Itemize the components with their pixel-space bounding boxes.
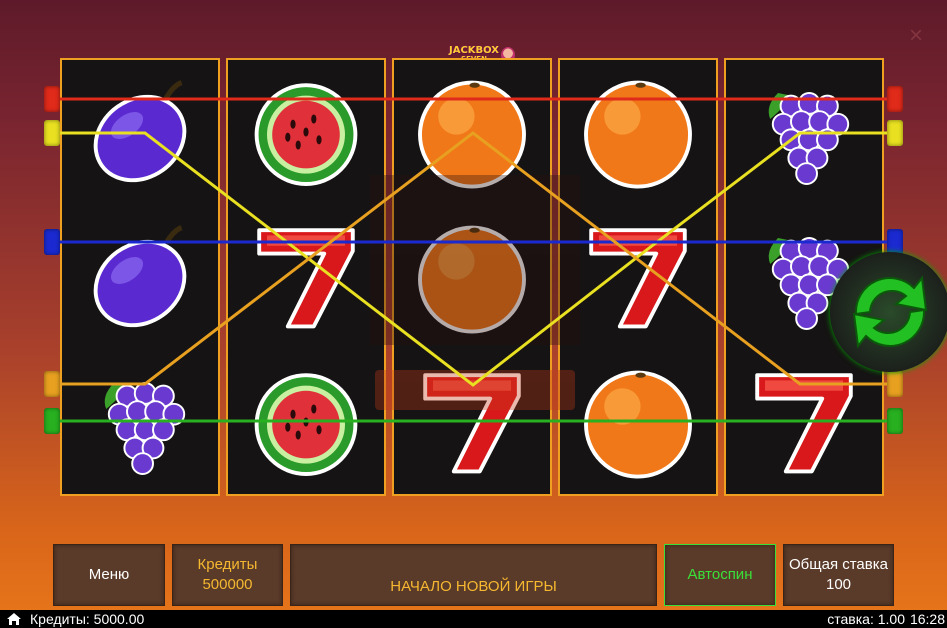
new-game-label: НАЧАЛО НОВОЙ ИГРЫ [390,578,557,595]
payline-marker-1-right [887,86,903,112]
payline-marker-4-right [887,371,903,397]
menu-button[interactable]: Меню [53,544,165,606]
orange-icon [560,60,716,204]
payline-marker-5-right [887,408,903,434]
payline-marker-4-left [44,371,60,397]
orange-icon [560,350,716,494]
seven-icon [228,205,384,349]
new-game-button[interactable]: НАЧАЛО НОВОЙ ИГРЫ [290,544,657,606]
reel-4 [558,58,718,496]
payline-marker-2-right [887,120,903,146]
payline-marker-1-left [44,86,60,112]
reel-2 [226,58,386,496]
refresh-icon [852,275,928,349]
status-credits: Кредиты: 5000.00 [30,611,145,627]
status-time: 16:28 [909,611,945,627]
plum-icon [62,60,218,204]
home-icon[interactable] [6,612,22,626]
menu-label: Меню [88,566,130,583]
status-bet: ставка: 1.00 [827,611,905,627]
credits-value: 500000 [202,576,253,593]
credits-button[interactable]: Кредиты 500000 [172,544,283,606]
watermelon-icon [228,350,384,494]
credits-label: Кредиты [197,556,258,573]
status-bar: Кредиты: 5000.00 ставка: 1.00 16:28 [0,610,947,628]
grapes-icon [62,350,218,494]
seven-icon [560,205,716,349]
payline-marker-3-left [44,229,60,255]
payline-marker-5-left [44,408,60,434]
close-icon[interactable]: × [906,24,926,48]
total-bet-label: Общая ставка [789,556,888,573]
payline-marker-2-left [44,120,60,146]
background-dialog-ghost [370,175,580,455]
total-bet-button[interactable]: Общая ставка 100 [783,544,894,606]
autospin-button[interactable]: Автоспин [664,544,776,606]
watermelon-icon [228,60,384,204]
reel-1 [60,58,220,496]
spin-button[interactable] [830,252,947,372]
plum-icon [62,205,218,349]
total-bet-value: 100 [825,576,852,593]
autospin-label: Автоспин [687,566,753,583]
grapes-icon [726,60,882,204]
